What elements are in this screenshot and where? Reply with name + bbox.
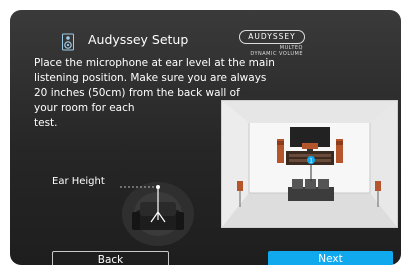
instruction-line: listening position. Make sure you are al…: [34, 72, 267, 84]
page-title: Audyssey Setup: [88, 32, 189, 47]
front-left-speaker-icon: [277, 139, 284, 163]
room-illustration: 1: [221, 100, 398, 228]
instruction-line: your room for each: [34, 102, 135, 114]
next-button[interactable]: Next: [268, 251, 393, 265]
instruction-line: test.: [34, 117, 58, 129]
front-right-speaker-icon: [336, 139, 343, 163]
speaker-setup-icon: [62, 33, 74, 51]
instruction-line: 20 inches (50cm) from the back wall of: [34, 87, 240, 99]
ear-height-illustration: [120, 182, 194, 246]
center-speaker-icon: [302, 143, 318, 149]
brand-name: AUDYSSEY: [239, 30, 305, 44]
setup-screen: Audyssey Setup AUDYSSEY MULTEQ DYNAMIC V…: [10, 10, 401, 265]
back-button[interactable]: Back: [52, 251, 169, 265]
sofa-icon: [288, 179, 334, 201]
ear-height-label: Ear Height: [52, 176, 105, 187]
room-diagram: 1: [222, 101, 397, 227]
instruction-line: Place the microphone at ear level at the…: [34, 57, 275, 69]
